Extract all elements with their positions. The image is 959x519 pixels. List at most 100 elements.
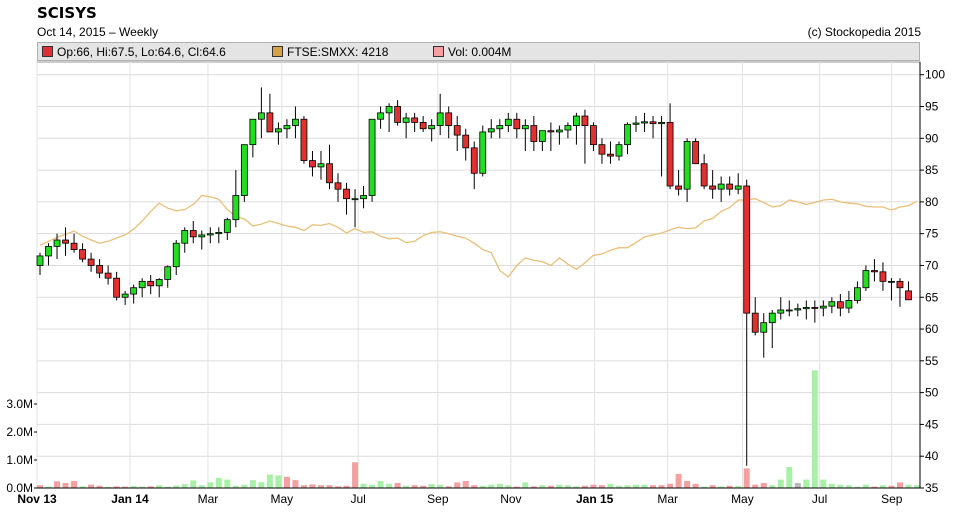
volume-bar-77 xyxy=(692,483,699,488)
volume-bar-22 xyxy=(224,479,231,488)
candle-body-47 xyxy=(436,112,444,126)
candle-body-83 xyxy=(743,185,751,314)
candle-body-21 xyxy=(215,231,223,235)
volume-bar-97 xyxy=(862,484,869,488)
volume-bar-20 xyxy=(207,482,214,488)
candle-body-68 xyxy=(615,144,623,157)
volume-bar-71 xyxy=(641,484,648,488)
volume-bar-28 xyxy=(275,475,282,488)
y-tick-label-60: 60 xyxy=(925,322,939,336)
y-tick-label-50: 50 xyxy=(925,386,939,400)
volume-bar-84 xyxy=(752,484,759,488)
candle-body-14 xyxy=(155,279,163,287)
candle-body-51 xyxy=(470,147,478,174)
candle-body-33 xyxy=(317,163,325,168)
vol-tick-label-3: 3.0M xyxy=(6,397,33,411)
volume-bar-67 xyxy=(607,483,614,488)
candle-body-52 xyxy=(479,131,487,174)
candle-body-100 xyxy=(888,280,895,283)
volume-bar-89 xyxy=(794,482,801,488)
candle-body-6 xyxy=(87,258,95,266)
candle-body-41 xyxy=(385,106,393,114)
candle-body-42 xyxy=(394,106,402,123)
candle-body-5 xyxy=(79,249,86,260)
candle-body-17 xyxy=(181,230,189,244)
candle-body-79 xyxy=(709,185,717,190)
candle-body-66 xyxy=(598,144,606,155)
candle-body-13 xyxy=(147,280,155,287)
candle-body-1 xyxy=(45,245,52,257)
candle-body-59 xyxy=(538,130,546,142)
candle-body-91 xyxy=(811,307,819,309)
volume-bar-101 xyxy=(896,482,903,488)
candle-body-43 xyxy=(402,117,410,123)
candle-body-102 xyxy=(905,290,912,301)
candle-body-11 xyxy=(130,287,138,295)
volume-bar-65 xyxy=(590,484,597,488)
candle-body-58 xyxy=(530,125,538,142)
candle-body-9 xyxy=(113,277,121,298)
candle-body-31 xyxy=(300,118,308,161)
candle-body-40 xyxy=(377,112,384,120)
volume-bar-38 xyxy=(360,483,367,488)
volume-bar-18 xyxy=(190,480,197,488)
volume-bar-91 xyxy=(811,370,818,488)
volume-bar-57 xyxy=(522,482,529,488)
candle-body-61 xyxy=(555,129,563,133)
candle-body-2 xyxy=(53,239,61,247)
volume-bar-3 xyxy=(62,482,69,488)
candle-body-81 xyxy=(726,183,734,190)
candle-body-85 xyxy=(760,322,768,333)
volume-bar-24 xyxy=(241,484,248,488)
y-tick-label-85: 85 xyxy=(925,163,939,177)
volume-bar-40 xyxy=(377,481,384,488)
candle-body-12 xyxy=(138,280,146,289)
volume-bar-49 xyxy=(454,482,461,488)
x-tick-label-2: Mar xyxy=(198,492,219,506)
candle-body-54 xyxy=(496,125,504,130)
volume-bar-21 xyxy=(215,477,222,488)
x-tick-label-8: Mar xyxy=(657,492,678,506)
vol-tick-label-0: 0.0M xyxy=(6,481,33,495)
candle-body-26 xyxy=(257,112,265,120)
volume-bar-88 xyxy=(786,467,793,488)
volume-bar-39 xyxy=(369,484,376,488)
volume-bar-2 xyxy=(54,481,61,488)
candle-body-8 xyxy=(104,272,112,279)
volume-bar-85 xyxy=(760,482,767,488)
candle-body-49 xyxy=(453,125,461,136)
x-tick-label-11: Sep xyxy=(881,492,903,506)
candle-body-29 xyxy=(283,125,291,130)
volume-bar-29 xyxy=(283,476,290,488)
volume-bar-26 xyxy=(258,482,265,488)
x-tick-label-4: Jul xyxy=(350,492,365,506)
volume-bar-46 xyxy=(428,484,435,488)
y-tick-label-65: 65 xyxy=(925,290,939,304)
volume-bar-32 xyxy=(309,484,316,488)
candle-body-63 xyxy=(573,115,580,126)
candle-body-7 xyxy=(96,265,104,274)
candle-body-84 xyxy=(751,312,759,333)
volume-bar-87 xyxy=(777,479,784,488)
candle-body-16 xyxy=(172,242,180,268)
volume-bar-17 xyxy=(181,484,188,488)
candle-body-76 xyxy=(683,141,691,190)
y-tick-label-55: 55 xyxy=(925,354,939,368)
candle-body-75 xyxy=(675,185,682,190)
candle-body-48 xyxy=(445,112,453,126)
x-tick-label-3: May xyxy=(270,492,293,506)
x-tick-label-7: Jan 15 xyxy=(576,492,614,506)
candle-body-88 xyxy=(785,309,793,312)
candle-body-71 xyxy=(641,121,648,124)
volume-bar-42 xyxy=(394,482,401,488)
candle-body-73 xyxy=(658,122,665,125)
candle-body-77 xyxy=(692,141,700,165)
x-tick-label-10: Jul xyxy=(812,492,827,506)
candle-body-34 xyxy=(326,163,333,184)
candle-body-18 xyxy=(189,230,197,238)
candle-body-3 xyxy=(62,239,69,244)
y-tick-label-40: 40 xyxy=(925,449,939,463)
price-chart: 35404550556065707580859095100Nov 13 Jan 1… xyxy=(6,61,945,506)
y-tick-label-90: 90 xyxy=(925,131,939,145)
candle-body-86 xyxy=(768,312,776,324)
